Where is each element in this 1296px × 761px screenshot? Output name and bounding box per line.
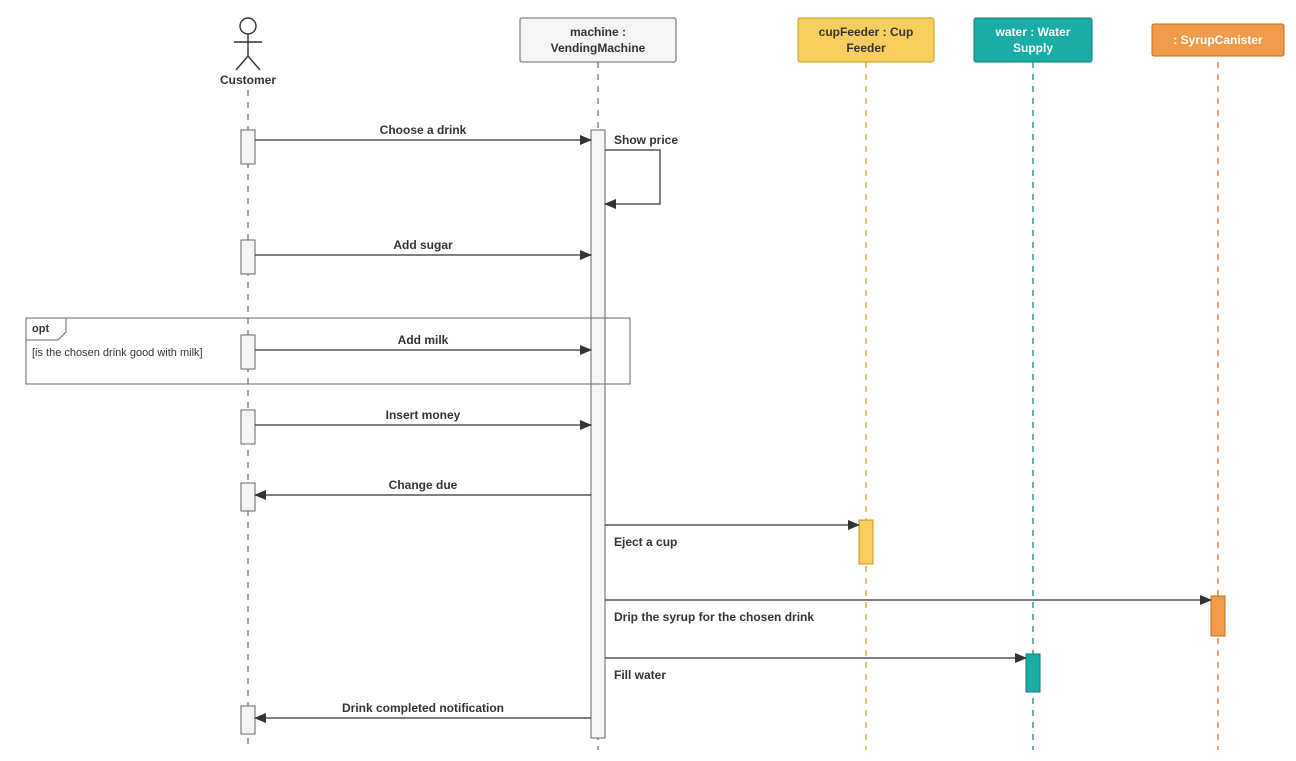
msg-drink-complete-label: Drink completed notification <box>342 701 504 715</box>
activation-machine <box>591 130 605 738</box>
msg-show-price <box>605 150 660 204</box>
activation-customer-4 <box>241 410 255 444</box>
actor-customer-label: Customer <box>220 73 276 87</box>
svg-text:VendingMachine: VendingMachine <box>551 41 646 55</box>
activation-customer-1 <box>241 130 255 164</box>
svg-text:water : Water: water : Water <box>995 25 1071 39</box>
msg-fill-water-label: Fill water <box>614 668 666 682</box>
svg-text:cupFeeder : Cup: cupFeeder : Cup <box>819 25 914 39</box>
fragment-opt: opt [is the chosen drink good with milk] <box>26 318 630 384</box>
lifeline-cupfeeder-head: cupFeeder : Cup Feeder <box>798 18 934 62</box>
lifeline-water-head: water : Water Supply <box>974 18 1092 62</box>
msg-change-due-label: Change due <box>389 478 458 492</box>
svg-text:[is the chosen drink good with: [is the chosen drink good with milk] <box>32 347 203 359</box>
msg-add-milk-label: Add milk <box>398 333 449 347</box>
activation-cupfeeder <box>859 520 873 564</box>
svg-text:machine :: machine : <box>570 25 626 39</box>
activation-customer-6 <box>241 706 255 734</box>
actor-customer: Customer <box>220 18 276 87</box>
svg-text:Supply: Supply <box>1013 41 1053 55</box>
lifeline-machine-head: machine : VendingMachine <box>520 18 676 62</box>
svg-text:Feeder: Feeder <box>846 41 886 55</box>
activation-customer-3 <box>241 335 255 369</box>
lifeline-syrup-head: : SyrupCanister <box>1152 24 1284 56</box>
sequence-diagram: Customer machine : VendingMachine cupFee… <box>0 0 1296 761</box>
svg-text:: SyrupCanister: : SyrupCanister <box>1173 33 1263 47</box>
svg-text:opt: opt <box>32 323 49 335</box>
msg-choose-drink-label: Choose a drink <box>380 123 467 137</box>
activation-syrup <box>1211 596 1225 636</box>
msg-insert-money-label: Insert money <box>386 408 461 422</box>
msg-add-sugar-label: Add sugar <box>393 238 453 252</box>
activation-customer-2 <box>241 240 255 274</box>
activation-water <box>1026 654 1040 692</box>
msg-show-price-label: Show price <box>614 133 678 147</box>
activation-customer-5 <box>241 483 255 511</box>
msg-drip-syrup-label: Drip the syrup for the chosen drink <box>614 610 814 624</box>
msg-eject-cup-label: Eject a cup <box>614 535 677 549</box>
